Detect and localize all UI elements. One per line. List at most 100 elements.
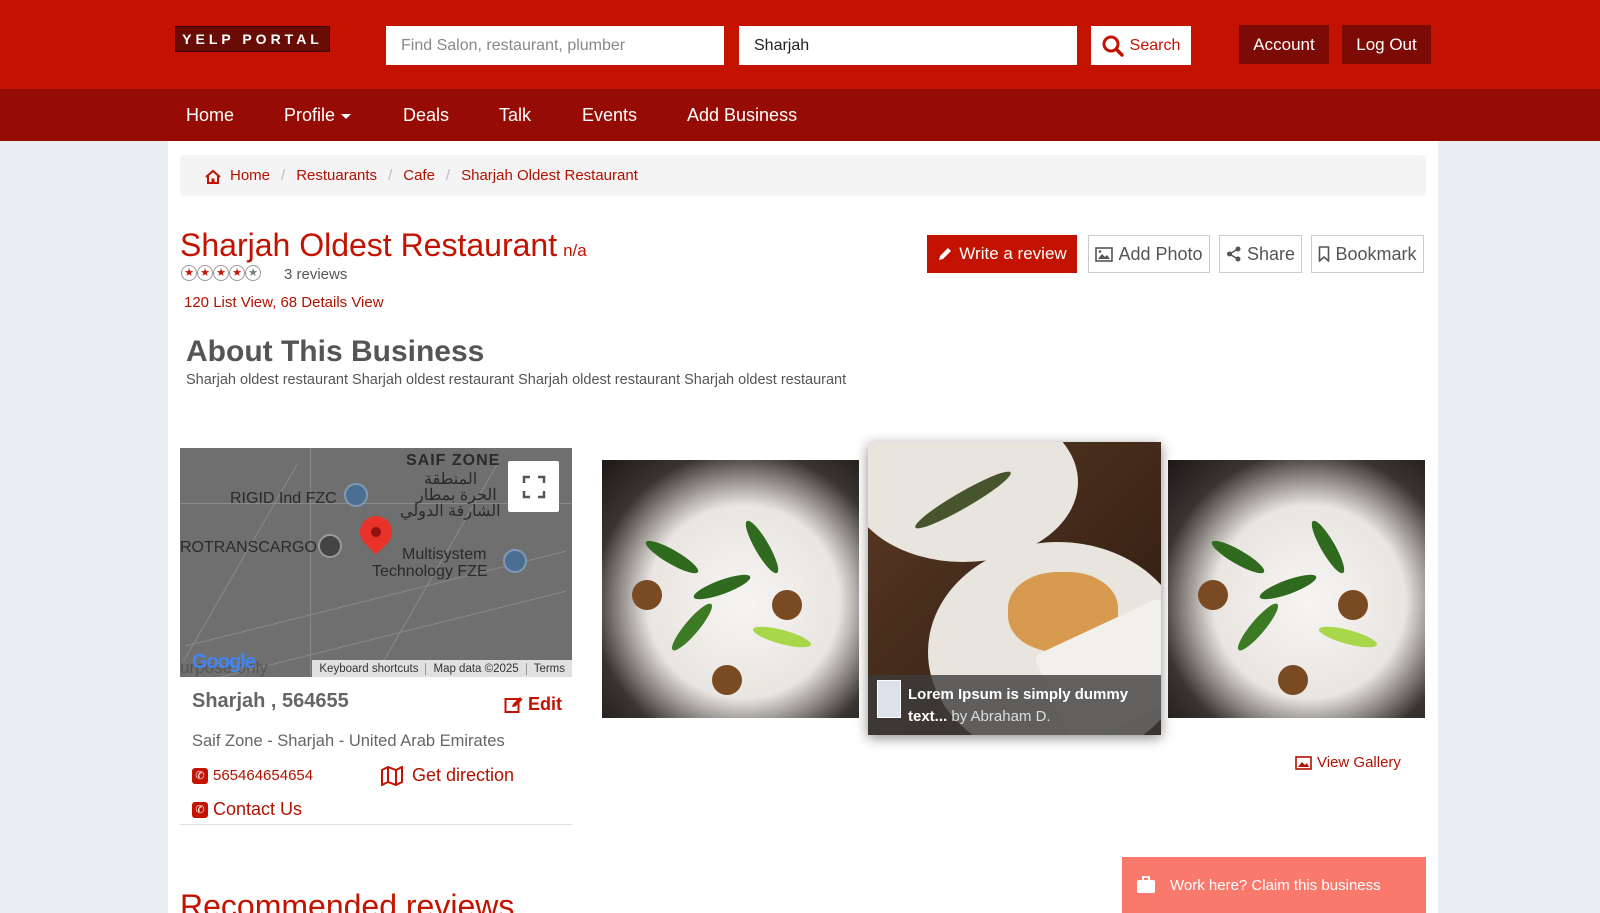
edit-label: Edit	[528, 694, 562, 714]
site-logo[interactable]: YELP PORTAL	[175, 26, 330, 52]
about-title: About This Business	[186, 335, 485, 368]
photo-caption: Lorem Ipsum is simply dummy text... by A…	[868, 675, 1161, 735]
account-button[interactable]: Account	[1239, 25, 1329, 64]
food-detail	[1278, 665, 1308, 695]
add-photo-button[interactable]: Add Photo	[1088, 235, 1210, 273]
map-label-rotranscargo: ROTRANSCARGO	[180, 539, 317, 556]
nav-events[interactable]: Events	[582, 89, 637, 141]
divider	[180, 824, 572, 825]
search-icon	[1102, 35, 1124, 57]
food-detail	[691, 570, 753, 604]
image-icon	[1095, 246, 1114, 262]
map-icon	[381, 765, 403, 786]
nav-profile-label: Profile	[284, 105, 336, 125]
gallery-photo[interactable]	[1168, 460, 1425, 718]
address: Saif Zone - Sharjah - United Arab Emirat…	[192, 732, 505, 750]
breadcrumb-separator: /	[445, 167, 451, 184]
map-poi-icon[interactable]	[344, 483, 368, 507]
contact-us-label: Contact Us	[213, 799, 303, 819]
nav-add-business[interactable]: Add Business	[687, 89, 797, 141]
view-stats: 120 List View, 68 Details View	[184, 294, 384, 311]
food-detail	[1317, 622, 1379, 652]
google-logo: Google	[192, 651, 256, 674]
recommended-reviews-title: Recommended reviews	[180, 888, 515, 913]
map-road	[310, 448, 311, 677]
google-logo-text: Google	[192, 651, 256, 673]
food-detail	[667, 599, 717, 655]
claim-business-button[interactable]: Work here? Claim this business	[1122, 857, 1426, 913]
star-icon: ★	[181, 265, 197, 281]
map-poi-icon[interactable]	[503, 549, 527, 573]
food-detail	[1257, 570, 1319, 604]
phone-icon: ✆	[192, 801, 208, 818]
food-detail	[642, 535, 702, 579]
business-name: Sharjah Oldest Restaurant	[180, 227, 558, 263]
location-map[interactable]: SAIF ZONE المنطقة الحرة بمطار الشارقة ال…	[180, 448, 572, 677]
image-icon	[1295, 755, 1312, 770]
map-label-multisystem: Multisystem	[402, 546, 487, 563]
edit-button[interactable]: Edit	[504, 694, 562, 715]
star-icon: ★	[245, 265, 261, 281]
gallery-photo[interactable]	[602, 460, 859, 718]
about-description: Sharjah oldest restaurant Sharjah oldest…	[186, 372, 847, 388]
claim-business-label: Work here? Claim this business	[1170, 876, 1381, 894]
breadcrumb: Home / Restuarants / Cafe / Sharjah Olde…	[180, 155, 1426, 196]
map-footer: urpose only Google Keyboard shortcuts Ma…	[180, 651, 572, 677]
food-detail	[1198, 580, 1228, 610]
fullscreen-button[interactable]	[508, 461, 559, 512]
share-label: Share	[1246, 243, 1296, 264]
bookmark-icon	[1319, 246, 1330, 262]
bookmark-button[interactable]: Bookmark	[1311, 235, 1424, 273]
food-detail	[772, 590, 802, 620]
home-icon	[205, 169, 221, 184]
logout-button[interactable]: Log Out	[1342, 25, 1431, 64]
map-label-saif-zone: SAIF ZONE	[406, 452, 501, 469]
food-detail	[751, 622, 813, 652]
food-detail	[1338, 590, 1368, 620]
contact-us-link[interactable]: ✆ Contact Us	[192, 799, 302, 820]
share-icon	[1226, 246, 1241, 262]
top-header: YELP PORTAL Search Account Log Out	[0, 0, 1600, 89]
get-direction-link[interactable]: Get direction	[381, 765, 514, 786]
phone-number-text: 565464654654	[213, 767, 314, 784]
view-gallery-link[interactable]: View Gallery	[1295, 754, 1401, 771]
reviews-count[interactable]: 3 reviews	[284, 266, 347, 283]
food-detail	[1306, 517, 1350, 577]
city-zip: Sharjah , 564655	[192, 690, 349, 712]
breadcrumb-restaurants[interactable]: Restuarants	[296, 167, 377, 184]
gallery-photo-featured[interactable]: Lorem Ipsum is simply dummy text... by A…	[868, 442, 1161, 735]
get-direction-label: Get direction	[412, 765, 515, 785]
search-location-input[interactable]	[739, 26, 1077, 65]
keyboard-shortcuts-link[interactable]: Keyboard shortcuts	[312, 663, 425, 675]
map-attribution: Keyboard shortcuts Map data ©2025 Terms	[312, 660, 572, 677]
map-label-rigid: RIGID Ind FZC	[230, 490, 337, 507]
search-find-input[interactable]	[386, 26, 724, 65]
share-button[interactable]: Share	[1219, 235, 1302, 273]
chevron-down-icon	[341, 113, 352, 119]
fullscreen-icon	[522, 475, 545, 498]
photo-caption-text: Lorem Ipsum is simply dummy text... by A…	[908, 684, 1148, 728]
write-review-button[interactable]: Write a review	[927, 235, 1077, 273]
breadcrumb-home[interactable]: Home	[230, 167, 270, 184]
breadcrumb-cafe[interactable]: Cafe	[403, 167, 435, 184]
search-button[interactable]: Search	[1091, 26, 1191, 65]
avatar	[877, 680, 901, 718]
map-label-arabic: الشارقة الدولي	[400, 503, 501, 520]
bookmark-label: Bookmark	[1335, 243, 1417, 264]
nav-deals[interactable]: Deals	[403, 89, 449, 141]
nav-home[interactable]: Home	[186, 89, 234, 141]
nav-profile[interactable]: Profile	[284, 89, 352, 141]
add-photo-label: Add Photo	[1118, 243, 1203, 264]
breadcrumb-current[interactable]: Sharjah Oldest Restaurant	[461, 167, 638, 184]
map-data-link[interactable]: Map data ©2025	[425, 662, 525, 675]
terms-link[interactable]: Terms	[525, 662, 572, 675]
star-icon: ★	[229, 265, 245, 281]
star-icon: ★	[197, 265, 213, 281]
phone-number[interactable]: ✆ 565464654654	[192, 767, 313, 784]
map-marker-icon[interactable]	[353, 509, 399, 555]
business-title: Sharjah Oldest Restaurant n/a	[180, 227, 587, 264]
food-detail	[1233, 599, 1283, 655]
breadcrumb-separator: /	[281, 167, 286, 184]
nav-talk[interactable]: Talk	[499, 89, 531, 141]
map-poi-icon[interactable]	[318, 534, 342, 558]
